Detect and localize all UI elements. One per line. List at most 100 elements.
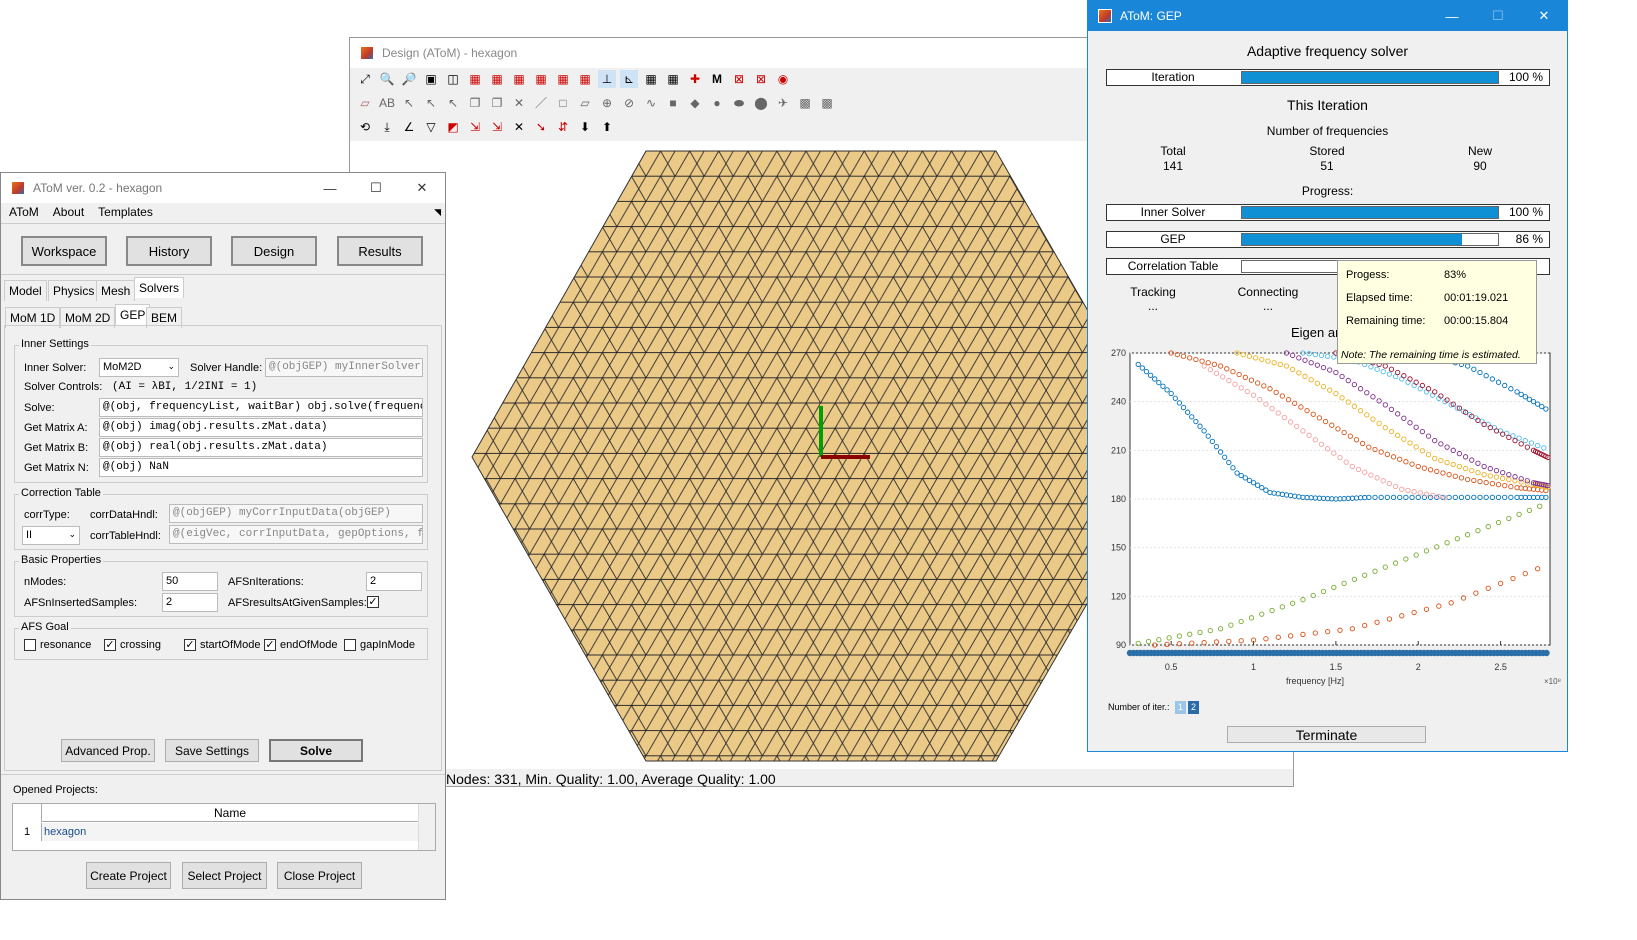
fit-icon[interactable]: ⤢: [356, 70, 374, 88]
arrow-up-icon[interactable]: ⬆: [598, 118, 616, 136]
inner-solver-select[interactable]: MoM2D ⌄: [99, 358, 179, 377]
corr-table-field[interactable]: @(eigVec, corrInputData, gepOptions, fr: [169, 525, 423, 544]
group-icon[interactable]: ❐: [466, 94, 484, 112]
plane-icon[interactable]: ▱: [356, 94, 374, 112]
tab-solvers[interactable]: Solvers: [134, 277, 185, 298]
afs-iterations-field[interactable]: 2: [366, 572, 422, 591]
poly-icon[interactable]: ▱: [576, 94, 594, 112]
corr-type-select[interactable]: II ⌄: [22, 526, 80, 545]
delete-icon[interactable]: ✕: [510, 94, 528, 112]
view-cube-5-icon[interactable]: ▦: [554, 70, 572, 88]
results-button[interactable]: Results: [337, 236, 423, 266]
view-3d-icon[interactable]: ▣: [422, 70, 440, 88]
solve-field[interactable]: @(obj, frequencyList, waitBar) obj.solve…: [99, 398, 423, 417]
grid-2-icon[interactable]: ▦: [664, 70, 682, 88]
start-of-mode-checkbox[interactable]: ✓: [184, 639, 196, 651]
line-icon[interactable]: ／: [532, 94, 550, 112]
minimize-icon[interactable]: —: [307, 173, 353, 203]
get-matrix-a-field[interactable]: @(obj) imag(obj.results.zMat.data): [99, 418, 423, 437]
zoom-out-icon[interactable]: 🔎: [400, 70, 418, 88]
resonance-checkbox[interactable]: [24, 639, 36, 651]
zoom-in-icon[interactable]: 🔍: [378, 70, 396, 88]
triangle-icon[interactable]: ▽: [422, 118, 440, 136]
color-icon[interactable]: ◉: [774, 70, 792, 88]
menu-atom[interactable]: AToM: [9, 205, 39, 219]
maximize-icon[interactable]: ☐: [353, 173, 399, 203]
maximize-icon[interactable]: ☐: [1475, 1, 1521, 31]
arrow-down-icon[interactable]: ⬇: [576, 118, 594, 136]
pointer-1-icon[interactable]: ↖: [400, 94, 418, 112]
close-icon[interactable]: ✕: [399, 173, 445, 203]
iteration-2-button[interactable]: 2: [1188, 701, 1199, 714]
tab-physics[interactable]: Physics: [48, 280, 100, 301]
history-button[interactable]: History: [126, 236, 212, 266]
solver-handle-field[interactable]: @(objGEP) myInnerSolver: [265, 358, 423, 377]
menu-about[interactable]: About: [53, 205, 84, 219]
menu-arrow-icon[interactable]: ◥: [434, 207, 441, 218]
rotate-icon[interactable]: ⟲: [356, 118, 374, 136]
select-4-icon[interactable]: ⇲: [488, 118, 506, 136]
grid-icon[interactable]: ▦: [642, 70, 660, 88]
gap-in-mode-checkbox[interactable]: [344, 639, 356, 651]
view-cube-3-icon[interactable]: ▦: [510, 70, 528, 88]
save-settings-button[interactable]: Save Settings: [165, 739, 259, 762]
measure-icon[interactable]: ∠: [400, 118, 418, 136]
solid-rect-icon[interactable]: ■: [664, 94, 682, 112]
workspace-button[interactable]: Workspace: [21, 236, 107, 266]
close-project-button[interactable]: Close Project: [277, 862, 362, 889]
ungroup-icon[interactable]: ❐: [488, 94, 506, 112]
afs-results-checkbox[interactable]: ✓: [367, 596, 379, 608]
curve-icon[interactable]: ∿: [642, 94, 660, 112]
arrow-red-1-icon[interactable]: ➘: [532, 118, 550, 136]
iteration-1-button[interactable]: 1: [1175, 701, 1186, 714]
axes-icon[interactable]: ⊥: [598, 70, 616, 88]
nmodes-field[interactable]: 50: [162, 572, 218, 591]
design-button[interactable]: Design: [231, 236, 317, 266]
solid-poly-icon[interactable]: ◆: [686, 94, 704, 112]
flip-icon[interactable]: ✚: [686, 70, 704, 88]
terminate-button[interactable]: Terminate: [1227, 726, 1426, 743]
view-cube-2-icon[interactable]: ▦: [488, 70, 506, 88]
view-front-icon[interactable]: ◫: [444, 70, 462, 88]
close-icon[interactable]: ✕: [1521, 1, 1567, 31]
get-matrix-n-field[interactable]: @(obj) NaN: [99, 458, 423, 477]
view-cube-1-icon[interactable]: ▦: [466, 70, 484, 88]
menu-templates[interactable]: Templates: [98, 205, 153, 219]
pointer-2-icon[interactable]: ↖: [422, 94, 440, 112]
text-icon[interactable]: AB: [378, 94, 396, 112]
projects-table[interactable]: Name 1 hexagon: [12, 803, 436, 851]
create-project-button[interactable]: Create Project: [86, 862, 171, 889]
view-cube-4-icon[interactable]: ▦: [532, 70, 550, 88]
select-3-icon[interactable]: ⇲: [466, 118, 484, 136]
move-icon[interactable]: ⤓: [378, 118, 396, 136]
solid-ellipse-icon[interactable]: ⬬: [730, 94, 748, 112]
advanced-prop-button[interactable]: Advanced Prop.: [61, 739, 155, 762]
arrow-red-2-icon[interactable]: ⇵: [554, 118, 572, 136]
table-row[interactable]: hexagon: [41, 823, 418, 841]
afs-inserted-field[interactable]: 2: [162, 593, 218, 612]
ellipse-icon[interactable]: ⊘: [620, 94, 638, 112]
solid-round-icon[interactable]: ⬤: [752, 94, 770, 112]
eigen-chart[interactable]: 90 120 150 180 210 240 270 0.5 1 1.5 2 2.5 frequency…: [1090, 341, 1565, 701]
tab-mesh[interactable]: Mesh: [96, 280, 136, 301]
tab-model[interactable]: Model: [4, 280, 47, 301]
boolean-1-icon[interactable]: ▩: [796, 94, 814, 112]
pointer-3-icon[interactable]: ↖: [444, 94, 462, 112]
end-of-mode-checkbox[interactable]: ✓: [264, 639, 276, 651]
view-cube-6-icon[interactable]: ▦: [576, 70, 594, 88]
solve-button[interactable]: Solve: [269, 739, 363, 762]
rect-icon[interactable]: □: [554, 94, 572, 112]
solid-circle-icon[interactable]: ●: [708, 94, 726, 112]
select-1-icon[interactable]: ⊠: [730, 70, 748, 88]
select-2-icon[interactable]: ⊠: [752, 70, 770, 88]
crossing-checkbox[interactable]: ✓: [104, 639, 116, 651]
circle-icon[interactable]: ⊕: [598, 94, 616, 112]
minimize-icon[interactable]: —: [1429, 1, 1475, 31]
close-x-icon[interactable]: ✕: [510, 118, 528, 136]
corr-data-field[interactable]: @(objGEP) myCorrInputData(objGEP): [169, 504, 423, 523]
color-fill-icon[interactable]: ◩: [444, 118, 462, 136]
select-project-button[interactable]: Select Project: [182, 862, 267, 889]
table-scrollbar[interactable]: [418, 804, 435, 850]
get-matrix-b-field[interactable]: @(obj) real(obj.results.zMat.data): [99, 438, 423, 457]
axes-2-icon[interactable]: ⊾: [620, 70, 638, 88]
